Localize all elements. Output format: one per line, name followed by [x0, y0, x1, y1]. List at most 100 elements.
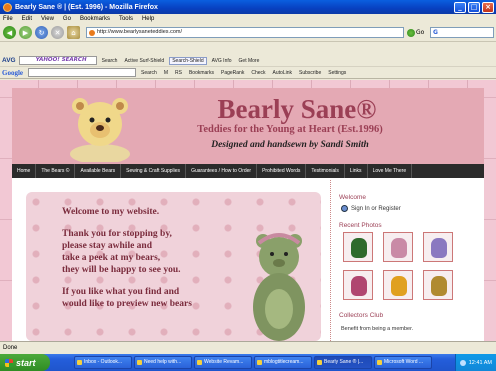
get-more-button[interactable]: Get More: [237, 58, 262, 64]
welcome-line: If you like what you find and: [62, 287, 180, 297]
go-icon: [407, 28, 415, 37]
windows-logo-icon: [5, 358, 13, 367]
welcome-line: Thank you for stopping by,: [62, 229, 172, 239]
signin-link[interactable]: Sign In or Register: [341, 205, 401, 212]
nav-home[interactable]: Home: [12, 164, 37, 178]
welcome-line: they will be happy to see you.: [62, 265, 181, 275]
nav-love-me-there[interactable]: Love Me There: [368, 164, 413, 178]
teddy-bear-logo-image: [70, 98, 130, 162]
active-surf-shield-button[interactable]: Active Surf-Shield: [122, 58, 166, 64]
bear-thumbnail-image: [351, 238, 367, 258]
user-icon: [341, 205, 348, 212]
window-title: Bearly Sane ® | (Est. 1996) - Mozilla Fi…: [15, 3, 158, 11]
autolink-button[interactable]: AutoLink: [271, 70, 294, 76]
status-bar: Done: [0, 341, 496, 354]
menu-edit[interactable]: Edit: [22, 16, 32, 22]
menu-bookmarks[interactable]: Bookmarks: [80, 16, 110, 22]
menu-go[interactable]: Go: [63, 16, 71, 22]
google-logo: Google: [2, 68, 23, 77]
minimize-button[interactable]: _: [454, 1, 466, 13]
menu-bar: File Edit View Go Bookmarks Tools Help: [0, 14, 496, 24]
welcome-panel: Welcome to my website. Thank you for sto…: [26, 192, 321, 341]
welcome-line: would like to preview new bears: [62, 299, 192, 309]
menu-help[interactable]: Help: [142, 16, 154, 22]
close-button[interactable]: ×: [482, 1, 494, 13]
taskbar-button-website-revamp[interactable]: Website Revam...: [194, 356, 252, 369]
collectors-club-heading: Collectors Club: [339, 312, 384, 319]
welcome-line: take a peek at my bears,: [62, 253, 161, 263]
go-button[interactable]: Go: [407, 27, 425, 38]
nav-sewing-craft-supplies[interactable]: Sewing & Craft Supplies: [121, 164, 187, 178]
welcome-line: please stay awhile and: [62, 241, 152, 251]
nav-links[interactable]: Links: [345, 164, 368, 178]
site-header: Bearly Sane® Teddies for the Young at He…: [12, 88, 484, 164]
google-settings-button[interactable]: Settings: [326, 70, 348, 76]
rss-button[interactable]: RS: [173, 70, 184, 76]
photo-thumbnail[interactable]: [423, 232, 453, 262]
teddy-bear-image: [253, 233, 305, 341]
nav-testimonials[interactable]: Testimonials: [306, 164, 345, 178]
windows-taskbar: start Inbox - Outlook... Need help with.…: [0, 354, 496, 371]
photo-thumbnail[interactable]: [423, 270, 453, 300]
search-shield-button[interactable]: Search-Shield: [169, 56, 207, 65]
nav-prohibited-words[interactable]: Prohibited Words: [257, 164, 307, 178]
pagerank-indicator: PageRank: [220, 69, 245, 76]
nav-the-bears[interactable]: The Bears ©: [36, 164, 76, 178]
menu-file[interactable]: File: [3, 16, 13, 22]
maximize-button[interactable]: □: [468, 1, 480, 13]
taskbar-button-firefox[interactable]: Bearly Sane ® |...: [314, 356, 372, 369]
clock: 12:41 AM: [468, 359, 492, 366]
taskbar-button-word[interactable]: Microsoft Word ...: [374, 356, 432, 369]
google-search-input[interactable]: [28, 68, 136, 77]
navigation-toolbar: ◀ ▶ ↻ ✕ ⌂ http://www.bearlysaneteddies.c…: [0, 24, 496, 42]
firefox-icon: [3, 2, 12, 12]
bear-thumbnail-image: [431, 238, 447, 258]
subscribe-button[interactable]: Subscribe: [297, 70, 323, 76]
welcome-text: Welcome to my website. Thank you for sto…: [62, 206, 262, 310]
taskbar-button-outlook[interactable]: Inbox - Outlook...: [74, 356, 132, 369]
photo-thumbnail[interactable]: [343, 232, 373, 262]
quick-launch[interactable]: [53, 357, 71, 368]
address-bar[interactable]: http://www.bearlysaneteddies.com/: [86, 27, 404, 38]
gmail-button[interactable]: M: [162, 70, 170, 76]
recent-photos-heading: Recent Photos: [339, 222, 382, 229]
status-text: Done: [3, 345, 18, 351]
google-toolbar: Google Search M RS Bookmarks PageRank Ch…: [0, 67, 496, 79]
page-viewport[interactable]: Bearly Sane® Teddies for the Young at He…: [0, 80, 496, 341]
collectors-club-text: Benefit from being a member.: [341, 326, 414, 332]
avg-info-button[interactable]: AVG Info: [210, 58, 234, 64]
nav-available-bears[interactable]: Available Bears: [75, 164, 122, 178]
avg-logo: AVG: [2, 57, 16, 64]
page-favicon: [89, 30, 95, 36]
search-box[interactable]: G: [430, 27, 494, 38]
site-title: Bearly Sane®: [217, 94, 377, 124]
photo-thumbnail[interactable]: [383, 270, 413, 300]
yahoo-search-input[interactable]: YAHOO! SEARCH: [18, 56, 97, 65]
bear-thumbnail-image: [431, 276, 447, 296]
menu-tools[interactable]: Tools: [119, 16, 133, 22]
home-icon[interactable]: ⌂: [67, 26, 80, 39]
menu-view[interactable]: View: [41, 16, 54, 22]
bear-thumbnail-image: [391, 276, 407, 296]
tray-icon[interactable]: [459, 359, 466, 366]
taskbar-button-image[interactable]: mblogtitlecream...: [254, 356, 312, 369]
photo-thumbnail[interactable]: [343, 270, 373, 300]
spellcheck-button[interactable]: Check: [249, 70, 267, 76]
taskbar-button-need-help[interactable]: Need help with...: [134, 356, 192, 369]
avg-toolbar: AVG YAHOO! SEARCH Search Active Surf-Shi…: [0, 55, 496, 67]
welcome-heading: Welcome to my website.: [62, 207, 160, 217]
site-tagline: Designed and handsewn by Sandi Smith: [211, 140, 369, 150]
window-titlebar: Bearly Sane ® | (Est. 1996) - Mozilla Fi…: [0, 0, 496, 14]
nav-guarantees-how-to-order[interactable]: Guarantees / How to Order: [186, 164, 258, 178]
back-icon[interactable]: ◀: [3, 26, 16, 39]
site-nav: Home The Bears © Available Bears Sewing …: [12, 164, 484, 178]
forward-icon[interactable]: ▶: [19, 26, 32, 39]
google-bookmarks-button[interactable]: Bookmarks: [187, 70, 216, 76]
sidebar-welcome-heading: Welcome: [339, 194, 366, 201]
google-search-button[interactable]: Search: [139, 70, 159, 76]
avg-search-button[interactable]: Search: [100, 58, 120, 64]
photo-thumbnail[interactable]: [383, 232, 413, 262]
reload-icon[interactable]: ↻: [35, 26, 48, 39]
stop-icon[interactable]: ✕: [51, 26, 64, 39]
start-button[interactable]: start: [0, 354, 50, 371]
